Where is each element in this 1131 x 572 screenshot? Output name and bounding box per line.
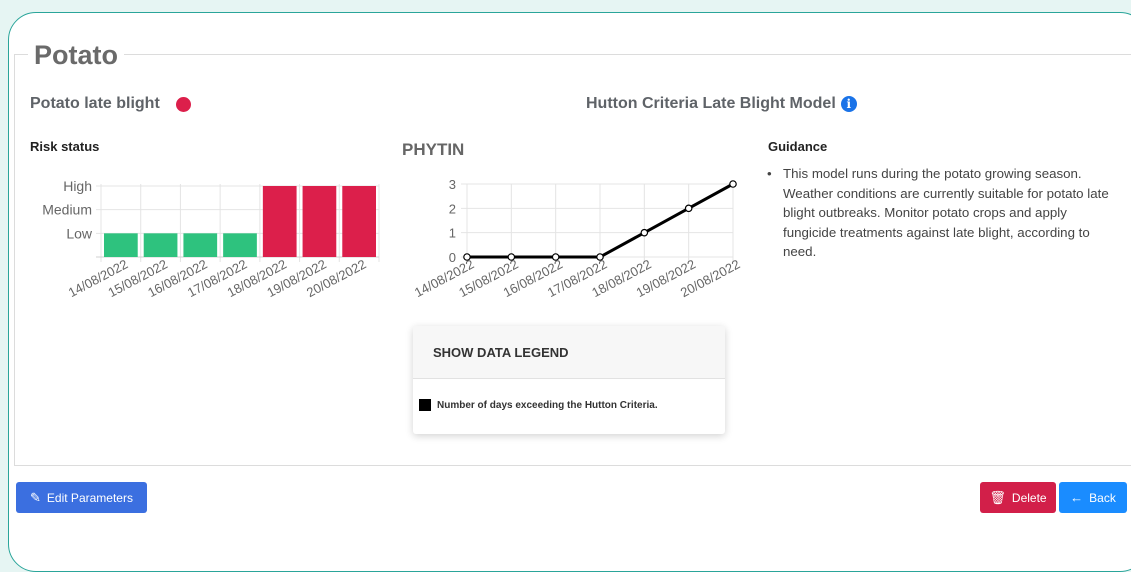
legend-item-label: Number of days exceeding the Hutton Crit…: [437, 399, 658, 411]
arrow-left-icon: ←: [1070, 490, 1084, 505]
guidance-list: This model runs during the potato growin…: [767, 164, 1112, 262]
back-label: Back: [1089, 490, 1116, 505]
phytin-chart: 012314/08/202215/08/202216/08/202217/08/…: [412, 177, 743, 300]
y-tick-label: 1: [449, 226, 456, 241]
y-tick-label: 2: [449, 201, 456, 216]
data-legend-card: SHOW DATA LEGEND Number of days exceedin…: [413, 326, 725, 434]
trash-icon: 🗑: [989, 489, 1006, 505]
edit-parameters-label: Edit Parameters: [46, 490, 133, 505]
guidance-label: Guidance: [768, 139, 828, 154]
legend-item: Number of days exceeding the Hutton Crit…: [413, 379, 725, 431]
y-tick-label: 3: [449, 177, 456, 192]
edit-icon: ✎: [30, 489, 41, 505]
data-point: [684, 204, 693, 213]
legend-swatch: [419, 399, 431, 411]
guidance-text: This model runs during the potato growin…: [767, 164, 1112, 262]
data-point: [729, 180, 737, 188]
y-tick-label: 0: [449, 250, 456, 265]
delete-label: Delete: [1011, 490, 1047, 505]
delete-button[interactable]: 🗑 Delete: [980, 482, 1056, 513]
edit-parameters-button[interactable]: ✎ Edit Parameters: [16, 482, 147, 513]
show-data-legend-toggle[interactable]: SHOW DATA LEGEND: [413, 326, 725, 379]
back-button[interactable]: ← Back: [1059, 482, 1127, 513]
data-point: [640, 228, 649, 237]
